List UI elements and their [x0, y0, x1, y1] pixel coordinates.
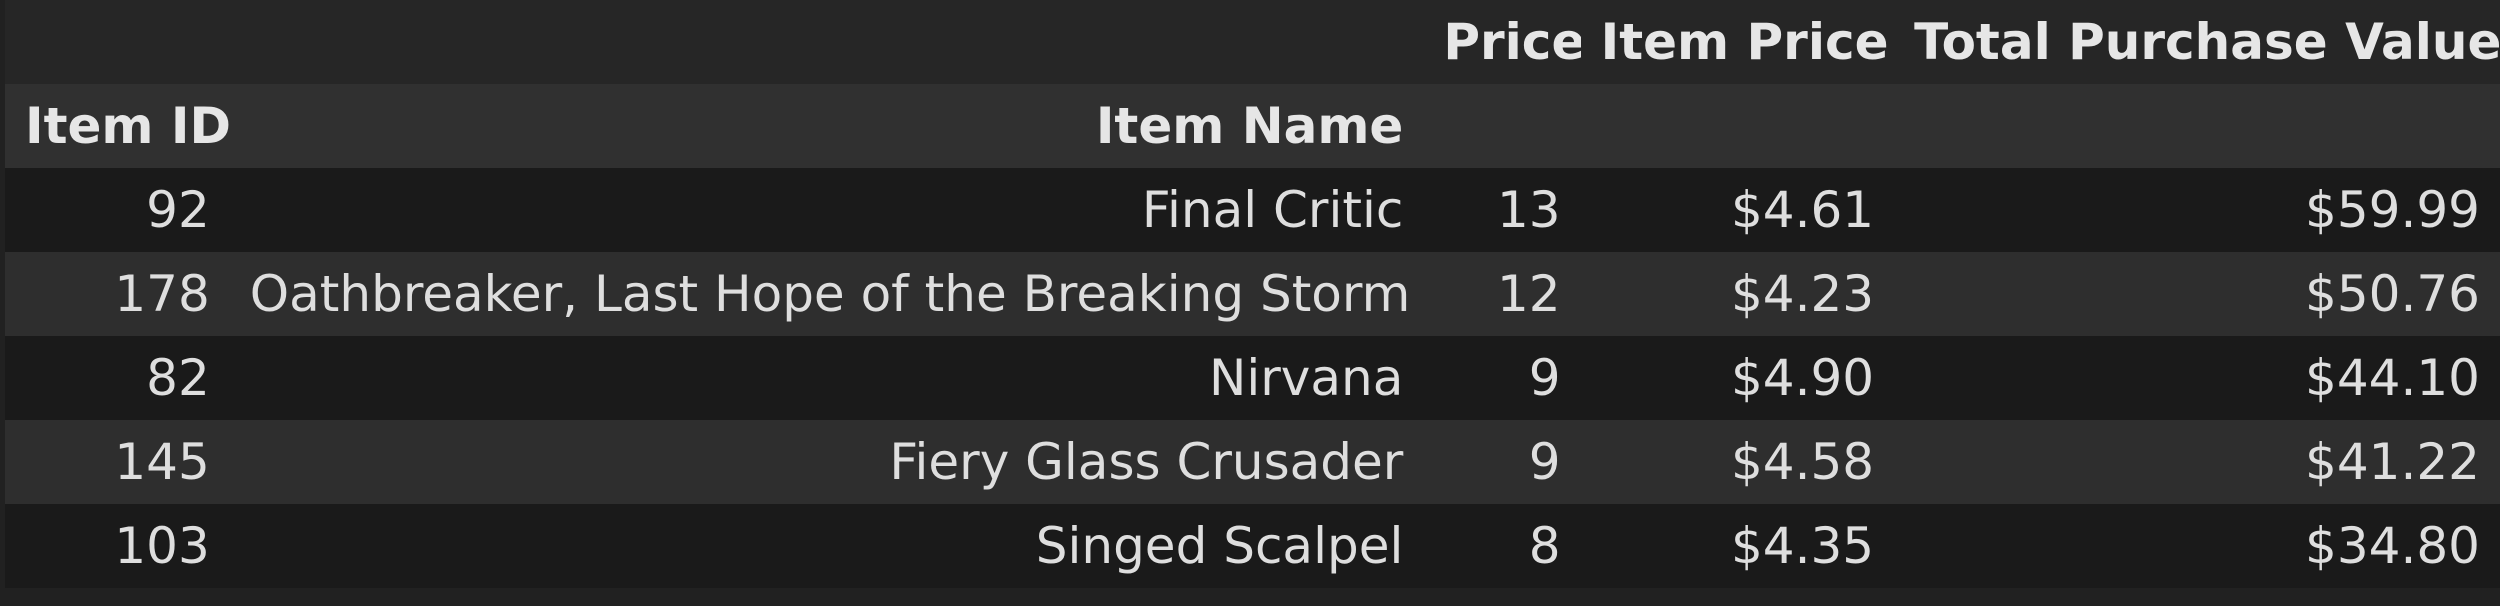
total-purchase-value-cell: $41.22 — [2305, 433, 2480, 491]
table-row: 178 Oathbreaker, Last Hope of the Breaki… — [5, 252, 2500, 336]
item-price-cell: $4.58 — [1730, 433, 1875, 491]
header-blank-cell — [1894, 84, 2500, 168]
table-row: 145 Fiery Glass Crusader 9 $4.58 $41.22 — [5, 420, 2500, 504]
total-purchase-value-cell: $44.10 — [2305, 349, 2480, 407]
index-header-row: Item ID Item Name — [5, 84, 2500, 168]
item-id-cell: 178 — [114, 265, 210, 323]
table-row: 82 Nirvana 9 $4.90 $44.10 — [5, 336, 2500, 420]
table-row: 103 Singed Scalpel 8 $4.35 $34.80 — [5, 504, 2500, 588]
total-purchase-value-cell: $50.76 — [2305, 265, 2480, 323]
price-cell: 9 — [1528, 433, 1561, 491]
index-header-item-id: Item ID — [25, 97, 230, 155]
item-id-cell: 145 — [114, 433, 210, 491]
header-blank-cell — [5, 0, 230, 84]
total-purchase-value-cell: $34.80 — [2305, 517, 2480, 575]
price-cell: 8 — [1528, 517, 1561, 575]
item-price-cell: $4.23 — [1730, 265, 1875, 323]
dataframe-table: Price Item Price Total Purchase Value It… — [5, 0, 2500, 588]
item-price-cell: $4.35 — [1730, 517, 1875, 575]
column-header-price: Price — [1443, 13, 1581, 71]
item-id-cell: 92 — [146, 181, 210, 239]
price-cell: 13 — [1496, 181, 1561, 239]
item-price-cell: $4.61 — [1730, 181, 1875, 239]
item-id-cell: 82 — [146, 349, 210, 407]
item-name-cell: Fiery Glass Crusader — [889, 433, 1404, 491]
table-row: 92 Final Critic 13 $4.61 $59.99 — [5, 168, 2500, 252]
price-cell: 9 — [1528, 349, 1561, 407]
item-price-cell: $4.90 — [1730, 349, 1875, 407]
item-name-cell: Nirvana — [1208, 349, 1404, 407]
header-blank-cell — [1581, 84, 1895, 168]
price-cell: 12 — [1496, 265, 1561, 323]
column-header-total-purchase-value: Total Purchase Value — [1914, 13, 2500, 71]
item-name-cell: Oathbreaker, Last Hope of the Breaking S… — [249, 265, 1411, 323]
item-name-cell: Singed Scalpel — [1035, 517, 1404, 575]
item-name-cell: Final Critic — [1141, 181, 1404, 239]
item-id-cell: 103 — [114, 517, 210, 575]
column-header-item-price: Item Price — [1600, 13, 1889, 71]
column-header-row: Price Item Price Total Purchase Value — [5, 0, 2500, 84]
header-blank-cell — [1423, 84, 1580, 168]
total-purchase-value-cell: $59.99 — [2305, 181, 2480, 239]
dataframe-output: Price Item Price Total Purchase Value It… — [5, 0, 2500, 606]
header-blank-cell — [230, 0, 1424, 84]
index-header-item-name: Item Name — [1095, 97, 1404, 155]
